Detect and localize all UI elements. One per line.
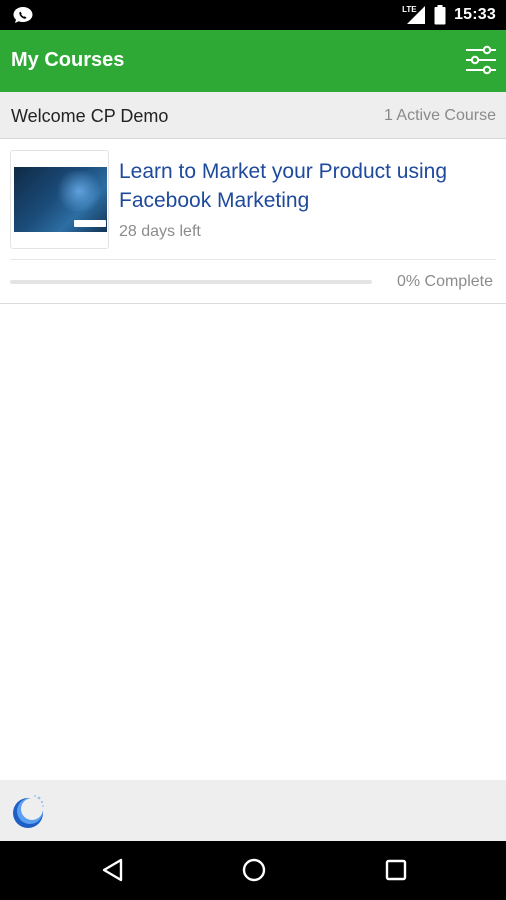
back-icon[interactable] bbox=[98, 855, 128, 885]
course-progress-bar bbox=[10, 280, 372, 284]
battery-icon bbox=[434, 5, 446, 25]
course-progress-label: 0% Complete bbox=[396, 273, 493, 290]
clock: 15:33 bbox=[454, 6, 496, 23]
page-title: My Courses bbox=[11, 49, 125, 71]
active-course-count: 1 Active Course bbox=[383, 107, 496, 124]
course-days-left: 28 days left bbox=[119, 223, 201, 240]
system-nav-bar bbox=[0, 841, 506, 900]
course-thumbnail-image bbox=[14, 167, 107, 232]
course-card[interactable]: Learn to Market your Product using Faceb… bbox=[0, 139, 506, 304]
card-divider bbox=[10, 259, 496, 260]
status-bar: LTE 15:33 bbox=[0, 0, 506, 30]
app-bar: My Courses bbox=[0, 30, 506, 92]
whatsapp-icon bbox=[13, 7, 33, 23]
course-thumbnail[interactable] bbox=[10, 150, 109, 249]
brand-logo-icon[interactable] bbox=[9, 792, 47, 830]
signal-icon: LTE bbox=[402, 5, 426, 25]
bottom-strip bbox=[0, 780, 506, 841]
sliders-icon[interactable] bbox=[464, 43, 498, 77]
welcome-greeting: Welcome CP Demo bbox=[11, 106, 169, 126]
welcome-bar: Welcome CP Demo 1 Active Course bbox=[0, 92, 506, 139]
home-icon[interactable] bbox=[239, 855, 269, 885]
course-title[interactable]: Learn to Market your Product using Faceb… bbox=[119, 157, 494, 215]
recents-icon[interactable] bbox=[381, 855, 411, 885]
